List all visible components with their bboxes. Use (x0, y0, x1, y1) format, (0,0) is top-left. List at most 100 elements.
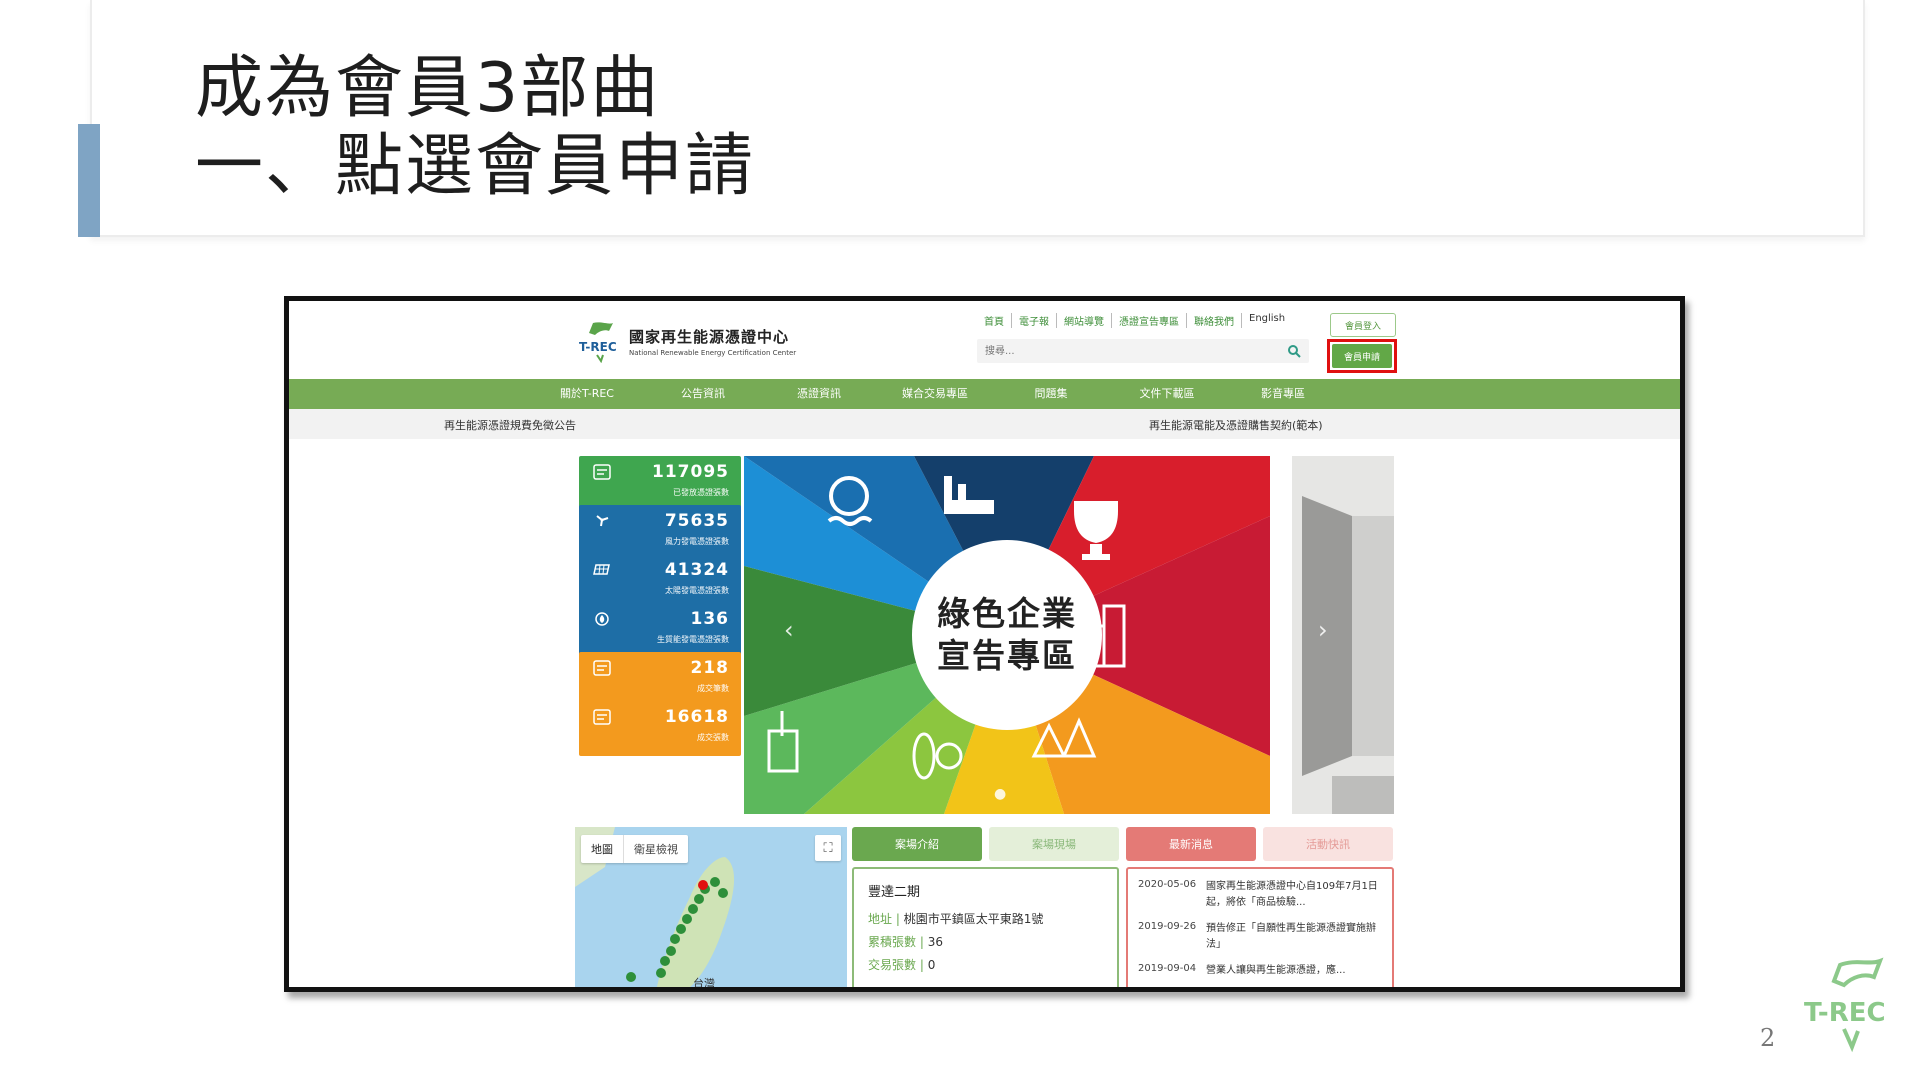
nav-trading[interactable]: 媒合交易專區 (877, 379, 993, 409)
tab-latest-news[interactable]: 最新消息 (1126, 827, 1256, 861)
corner-logo-text: T-REC (1804, 998, 1886, 1028)
notice-link-fee-waiver[interactable]: 再生能源憑證規費免徵公告 (444, 417, 576, 433)
site-name-en: National Renewable Energy Certification … (629, 348, 797, 357)
stat-label: 已發放憑證張數 (673, 488, 729, 497)
stat-traded-certificates[interactable]: 16618 成交張數 (579, 701, 741, 756)
document-icon (593, 660, 611, 676)
site-name-cn: 國家再生能源憑證中心 (629, 327, 790, 346)
stat-label: 成交張數 (697, 733, 729, 742)
banner-title-line1: 綠色企業 (937, 594, 1077, 633)
title-line-2: 一、點選會員申請 (195, 127, 756, 206)
stat-label: 成交筆數 (697, 684, 729, 693)
news-date: 2019-09-26 (1138, 921, 1197, 932)
stat-label: 太陽發電憑證張數 (665, 586, 729, 595)
member-apply-button[interactable]: 會員申請 (1332, 344, 1392, 368)
search-icon[interactable] (1287, 344, 1301, 358)
banner-title: 綠色企業 宣告專區 (744, 456, 1270, 814)
nav-downloads[interactable]: 文件下載區 (1109, 379, 1225, 409)
site-intro-card: 豐達二期 地址 | 桃園市平鎮區太平東路1號 累積張數 | 36 交易張數 | … (852, 867, 1119, 987)
highlight-box: 會員申請 (1327, 339, 1397, 373)
search-box (977, 339, 1309, 363)
top-link-declaration[interactable]: 憑證宣告專區 (1112, 313, 1187, 328)
news-date: 2019-09-04 (1138, 963, 1197, 974)
stat-label: 生質能發電憑證張數 (657, 635, 729, 644)
nav-media[interactable]: 影音專區 (1225, 379, 1341, 409)
site-trade-row: 交易張數 | 0 (868, 956, 1103, 973)
site-address: 桃園市平鎮區太平東路1號 (903, 912, 1044, 926)
stat-value: 75635 (664, 511, 729, 531)
news-date: 2020-05-06 (1138, 879, 1197, 890)
news-title: 國家再生能源憑證中心自109年7月1日起，將依「商品檢驗... (1206, 881, 1378, 908)
site-trade-key: 交易張數 | (868, 958, 928, 972)
map-tab-satellite[interactable]: 衛星檢視 (624, 835, 688, 863)
page-number: 2 (1760, 1024, 1776, 1052)
document-icon (593, 709, 611, 725)
news-card: 2020-05-06 國家再生能源憑證中心自109年7月1日起，將依「商品檢驗.… (1126, 867, 1394, 987)
banner-title-line2: 宣告專區 (937, 636, 1077, 675)
map-tab-map[interactable]: 地圖 (581, 835, 624, 863)
news-item[interactable]: 2020-05-06 國家再生能源憑證中心自109年7月1日起，將依「商品檢驗.… (1138, 879, 1382, 911)
news-title: 營業人讓與再生能源憑證，應... (1206, 965, 1346, 976)
map-label-taiwan: 台灣 (693, 977, 715, 990)
stat-biomass-certificates[interactable]: 136 生質能發電憑證張數 (579, 603, 741, 658)
stat-value: 16618 (664, 707, 729, 727)
stat-value: 41324 (664, 560, 729, 580)
carousel-prev-icon[interactable]: ‹ (784, 616, 794, 644)
green-enterprise-banner[interactable]: 綠色企業 宣告專區 ‹ ● (744, 456, 1270, 814)
carousel-next-slide-preview: › (1292, 456, 1394, 814)
notice-link-contract[interactable]: 再生能源電能及憑證購售契約(範本) (1149, 417, 1323, 433)
site-address-key: 地址 | (868, 912, 904, 926)
biomass-icon (595, 612, 609, 626)
tab-event-news[interactable]: 活動快訊 (1263, 827, 1393, 861)
trec-logo-icon: T-REC (579, 322, 617, 363)
wind-turbine-icon (596, 515, 609, 527)
carousel-dot-icon[interactable]: ● (994, 786, 1006, 802)
map-type-tabs: 地圖 衛星檢視 (581, 835, 688, 863)
notice-bar: 再生能源憑證規費免徵公告 再生能源電能及憑證購售契約(範本) (289, 409, 1680, 439)
website-screenshot: T-REC 國家再生能源憑證中心 National Renewable Ener… (284, 296, 1685, 992)
news-item[interactable]: 2019-09-04 營業人讓與再生能源憑證，應... (1138, 963, 1382, 979)
certificate-icon (593, 464, 611, 480)
stat-transactions[interactable]: 218 成交筆數 (579, 652, 741, 707)
tab-site-scene[interactable]: 案場現場 (989, 827, 1119, 861)
stat-solar-certificates[interactable]: 41324 太陽發電憑證張數 (579, 554, 741, 609)
stat-issued-certificates[interactable]: 117095 已發放憑證張數 (579, 456, 741, 511)
stat-value: 117095 (652, 462, 729, 482)
top-link-contact[interactable]: 聯絡我們 (1187, 313, 1242, 328)
nav-announcements[interactable]: 公告資訊 (645, 379, 761, 409)
member-login-button[interactable]: 會員登入 (1330, 313, 1396, 337)
top-links: 首頁 電子報 網站導覽 憑證宣告專區 聯絡我們 English (977, 313, 1292, 328)
slide-title: 成為會員3部曲 一、點選會員申請 (195, 50, 755, 206)
site-header: T-REC 國家再生能源憑證中心 National Renewable Ener… (289, 301, 1680, 379)
news-title: 預告修正「自願性再生能源憑證實施辦法」 (1206, 923, 1376, 950)
top-link-newsletter[interactable]: 電子報 (1012, 313, 1057, 328)
site-address-row: 地址 | 桃園市平鎮區太平東路1號 (868, 910, 1103, 927)
top-link-english[interactable]: English (1242, 313, 1292, 328)
main-nav: 關於T-REC 公告資訊 憑證資訊 媒合交易專區 問題集 文件下載區 影音專區 (289, 379, 1680, 409)
site-total: 36 (927, 935, 943, 949)
title-line-1: 成為會員3部曲 (195, 49, 661, 128)
site-trade: 0 (927, 958, 936, 972)
news-item[interactable]: 2019-09-26 預告修正「自願性再生能源憑證實施辦法」 (1138, 921, 1382, 953)
title-accent-bar (78, 124, 100, 237)
tab-site-intro[interactable]: 案場介紹 (852, 827, 982, 861)
solar-panel-icon (593, 564, 610, 575)
site-map[interactable]: 地圖 衛星檢視 ⛶ 台灣 (575, 827, 847, 990)
top-link-home[interactable]: 首頁 (977, 313, 1012, 328)
stat-wind-certificates[interactable]: 75635 風力發電憑證張數 (579, 505, 741, 560)
svg-text:T-REC: T-REC (579, 340, 617, 354)
corner-trec-logo-icon: T-REC (1804, 957, 1886, 1053)
carousel-next-icon[interactable]: › (1318, 616, 1328, 644)
top-link-sitemap[interactable]: 網站導覽 (1057, 313, 1112, 328)
fullscreen-icon[interactable]: ⛶ (815, 835, 841, 861)
nav-certificate-info[interactable]: 憑證資訊 (761, 379, 877, 409)
search-input[interactable] (977, 339, 1277, 363)
stat-value: 136 (690, 609, 729, 629)
site-logo[interactable]: T-REC 國家再生能源憑證中心 National Renewable Ener… (579, 319, 796, 363)
site-total-row: 累積張數 | 36 (868, 933, 1103, 950)
site-total-key: 累積張數 | (868, 935, 928, 949)
monitor-photo (1292, 456, 1394, 814)
stat-label: 風力發電憑證張數 (665, 537, 729, 546)
nav-faq[interactable]: 問題集 (993, 379, 1109, 409)
nav-about[interactable]: 關於T-REC (529, 379, 645, 409)
